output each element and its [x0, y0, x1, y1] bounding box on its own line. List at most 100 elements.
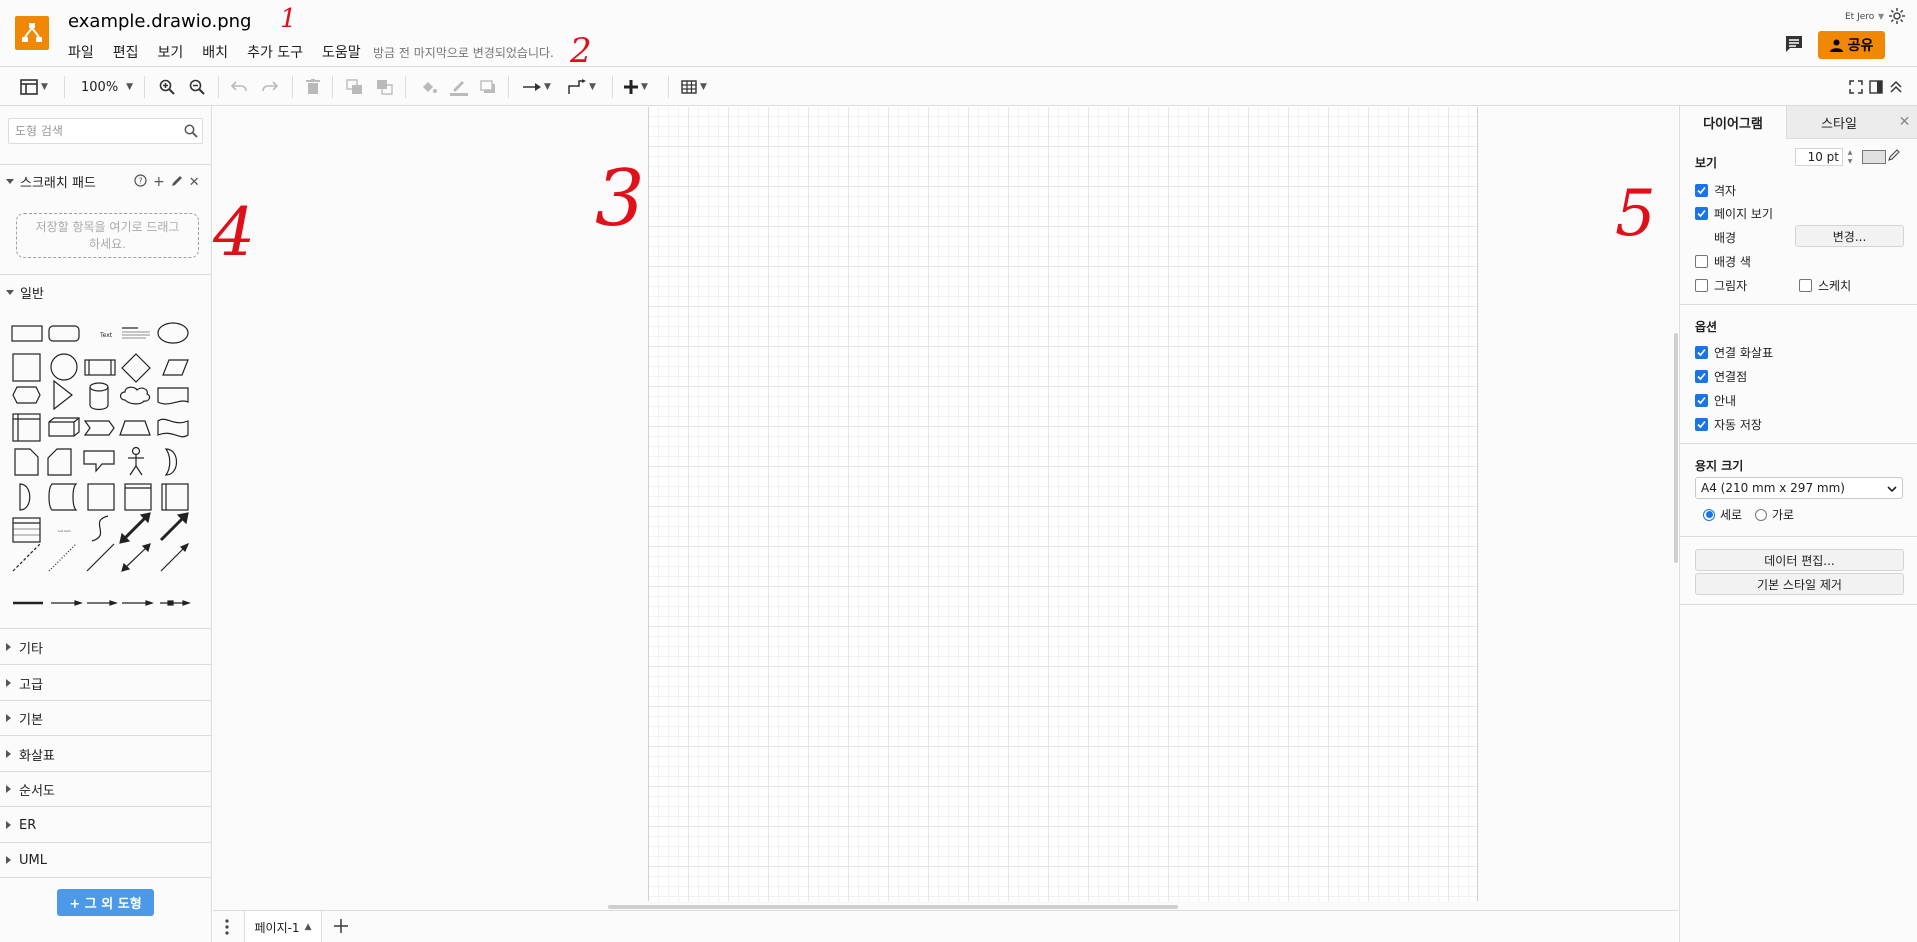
menu-help[interactable]: 도움말 [322, 42, 361, 62]
portrait-radio[interactable] [1703, 508, 1715, 521]
pencil-icon[interactable] [1888, 149, 1900, 164]
drawio-logo-icon[interactable] [15, 16, 49, 50]
section-advanced[interactable]: 고급 [0, 672, 212, 694]
chevron-down-icon [1887, 483, 1897, 497]
section-er[interactable]: ER [0, 814, 212, 836]
page-view-option[interactable]: 페이지 보기 [1695, 205, 1773, 222]
drop-hint-line2: 하세요. [89, 237, 126, 251]
collapse-icon[interactable] [1889, 76, 1903, 98]
file-name[interactable]: example.drawio.png [68, 11, 251, 32]
user-name[interactable]: Et Jero [1845, 12, 1874, 22]
grid-checkbox[interactable] [1695, 184, 1708, 197]
to-back-icon[interactable] [376, 76, 394, 98]
clear-default-style-button[interactable]: 기본 스타일 제거 [1695, 573, 1904, 595]
search-icon[interactable] [184, 124, 198, 141]
option-guides[interactable]: 안내 [1695, 392, 1736, 409]
option-autosave[interactable]: 자동 저장 [1695, 416, 1762, 433]
to-front-icon[interactable] [346, 76, 364, 98]
insert-icon[interactable]: ▼ [624, 76, 648, 98]
page-canvas[interactable] [648, 107, 1478, 901]
redo-icon[interactable] [262, 76, 278, 98]
shape-search-input[interactable] [9, 119, 174, 143]
delete-icon[interactable] [306, 76, 320, 98]
close-icon[interactable]: ✕ [189, 175, 200, 190]
zoom-select[interactable]: 100% ▼ [81, 76, 133, 98]
close-panel-icon[interactable]: ✕ [1891, 106, 1917, 139]
frame-shape [124, 483, 152, 511]
option-checkbox[interactable] [1695, 418, 1708, 431]
shadow-option[interactable]: 그림자 [1695, 277, 1747, 294]
grid-color-swatch[interactable] [1862, 150, 1886, 164]
fill-color-icon[interactable] [420, 76, 438, 98]
option-connection-arrows[interactable]: 연결 화살표 [1695, 344, 1773, 361]
chevron-down-icon[interactable]: ▼ [1878, 12, 1884, 21]
card-shape [47, 448, 72, 476]
diagram-canvas-area[interactable] [213, 107, 1678, 910]
table-icon[interactable]: ▼ [681, 76, 707, 98]
pencil-icon[interactable] [171, 175, 183, 190]
menu-arrange[interactable]: 배치 [202, 42, 228, 62]
page-view-checkbox[interactable] [1695, 207, 1708, 220]
list-shape [12, 517, 41, 543]
circle-shape [50, 353, 78, 381]
section-label: 순서도 [19, 783, 55, 799]
format-panel: 다이어그램 스타일 ✕ 보기 격자 10 pt ▲ ▼ 페이지 보기 배경 변경.… [1679, 106, 1917, 942]
grid-size-input[interactable]: 10 pt [1795, 148, 1843, 166]
list-item-shape: List item [58, 529, 71, 533]
option-connection-points[interactable]: 연결점 [1695, 368, 1747, 385]
menu-file[interactable]: 파일 [68, 42, 94, 62]
more-shapes-button[interactable]: + 그 외 도형 [57, 889, 154, 916]
add-page-icon[interactable] [333, 918, 349, 937]
undo-icon[interactable] [231, 76, 247, 98]
share-button[interactable]: 공유 [1818, 31, 1885, 59]
section-misc[interactable]: 기타 [0, 636, 212, 658]
sketch-checkbox[interactable] [1799, 279, 1812, 292]
paper-size-select[interactable]: A4 (210 mm x 297 mm) [1695, 477, 1903, 499]
background-color-option[interactable]: 배경 색 [1695, 253, 1751, 270]
fullscreen-icon[interactable] [1849, 76, 1863, 98]
portrait-option[interactable]: 세로 [1703, 506, 1742, 523]
plus-icon[interactable]: + [153, 174, 165, 190]
section-basic[interactable]: 기본 [0, 707, 212, 729]
scratchpad-drop-zone[interactable]: 저장할 항목을 여기로 드래그 하세요. [16, 213, 199, 258]
section-arrows[interactable]: 화살표 [0, 743, 212, 765]
line-color-icon[interactable] [450, 76, 468, 98]
help-icon[interactable]: ? [134, 174, 147, 190]
change-background-button[interactable]: 변경... [1795, 225, 1904, 247]
save-status[interactable]: 방금 전 마지막으로 변경되었습니다. [373, 44, 554, 61]
zoom-in-icon[interactable] [159, 76, 175, 98]
connection-icon[interactable]: ▼ [523, 76, 551, 98]
shadow-icon[interactable] [480, 76, 496, 98]
general-header[interactable]: 일반 [0, 281, 212, 303]
landscape-option[interactable]: 가로 [1755, 506, 1794, 523]
grid-option[interactable]: 격자 [1695, 182, 1736, 199]
menu-extras[interactable]: 추가 도구 [247, 42, 303, 62]
page-tab-1[interactable]: 페이지-1 ▲ [244, 911, 322, 942]
section-uml[interactable]: UML [0, 849, 212, 871]
option-checkbox[interactable] [1695, 346, 1708, 359]
sketch-option[interactable]: 스케치 [1799, 277, 1851, 294]
edit-data-button[interactable]: 데이터 편집... [1695, 549, 1904, 571]
view-layout-icon[interactable]: ▼ [20, 76, 48, 98]
spinner-icon[interactable]: ▲ ▼ [1845, 148, 1855, 166]
option-checkbox[interactable] [1695, 370, 1708, 383]
annotation-4: 4 [213, 194, 255, 271]
vertical-scrollbar[interactable] [1674, 333, 1678, 563]
waypoints-icon[interactable]: ▼ [568, 76, 596, 98]
menu-edit[interactable]: 편집 [113, 42, 139, 62]
comment-icon[interactable] [1784, 35, 1804, 56]
option-checkbox[interactable] [1695, 394, 1708, 407]
tab-diagram[interactable]: 다이어그램 [1680, 106, 1786, 139]
more-vertical-icon[interactable] [225, 919, 229, 938]
menu-view[interactable]: 보기 [158, 42, 184, 62]
format-panel-icon[interactable] [1869, 76, 1883, 98]
zoom-out-icon[interactable] [189, 76, 205, 98]
background-color-checkbox[interactable] [1695, 255, 1708, 268]
landscape-radio[interactable] [1755, 508, 1767, 521]
horizontal-scrollbar[interactable] [608, 905, 1178, 909]
section-flowchart[interactable]: 순서도 [0, 778, 212, 800]
theme-sun-icon[interactable] [1889, 8, 1905, 27]
chevron-up-icon[interactable]: ▲ [305, 922, 312, 932]
shadow-checkbox[interactable] [1695, 279, 1708, 292]
tab-style[interactable]: 스타일 [1786, 106, 1891, 139]
